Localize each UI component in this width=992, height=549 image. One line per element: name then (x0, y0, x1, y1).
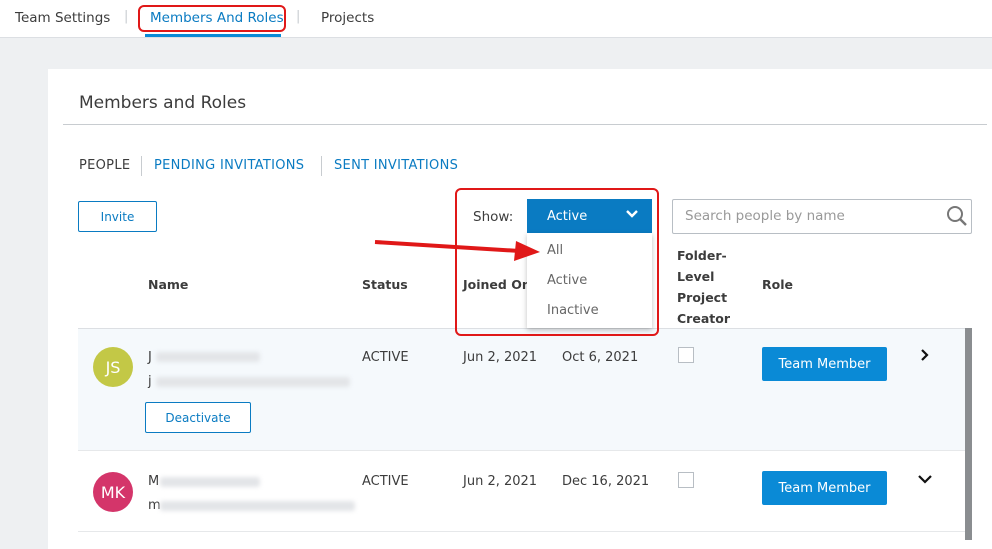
member-email: m (148, 498, 161, 513)
avatar: MK (93, 472, 133, 512)
column-header-name[interactable]: Name (148, 277, 188, 292)
search-input[interactable]: Search people by name (672, 199, 972, 234)
status-cell: ACTIVE (362, 350, 409, 365)
header-line: Folder- (677, 248, 727, 263)
folder-creator-checkbox[interactable] (678, 472, 694, 488)
last-date-cell: Oct 6, 2021 (562, 350, 639, 365)
tab-projects[interactable]: Projects (321, 10, 374, 26)
blurred-name (160, 477, 260, 487)
invite-button[interactable]: Invite (78, 201, 157, 232)
top-nav: Team Settings | Members And Roles | Proj… (0, 0, 992, 38)
search-icon[interactable] (946, 205, 968, 227)
divider (63, 124, 987, 125)
role-button[interactable]: Team Member (762, 347, 887, 381)
chevron-right-icon[interactable] (919, 349, 931, 361)
divider: | (296, 9, 301, 24)
header-line: Project (677, 290, 728, 305)
last-date-cell: Dec 16, 2021 (562, 474, 650, 489)
blurred-email (156, 377, 350, 387)
column-header-status[interactable]: Status (362, 277, 408, 292)
folder-creator-checkbox[interactable] (678, 347, 694, 363)
blurred-email (160, 501, 355, 511)
blurred-name (156, 352, 260, 362)
chevron-down-icon[interactable] (918, 474, 932, 484)
deactivate-button[interactable]: Deactivate (145, 402, 251, 433)
divider (141, 156, 142, 176)
avatar: JS (93, 347, 133, 387)
red-arrow-annotation (374, 240, 540, 261)
role-button[interactable]: Team Member (762, 471, 887, 505)
tab-people[interactable]: PEOPLE (79, 158, 130, 173)
highlight-box (138, 5, 286, 32)
scrollbar[interactable] (965, 328, 972, 540)
joined-cell: Jun 2, 2021 (463, 350, 538, 365)
member-name: M (148, 474, 160, 489)
member-name: J (148, 350, 152, 365)
divider: | (124, 9, 129, 24)
divider (321, 156, 322, 176)
header-line: Creator (677, 311, 730, 326)
joined-cell: Jun 2, 2021 (463, 474, 538, 489)
column-header-role[interactable]: Role (762, 277, 793, 292)
column-header-folder-creator[interactable]: Folder- Level Project Creator (677, 245, 730, 329)
tab-pending-invitations[interactable]: PENDING INVITATIONS (154, 158, 304, 173)
member-email: j (148, 374, 152, 389)
header-line: Level (677, 269, 715, 284)
active-tab-indicator (145, 34, 281, 37)
status-cell: ACTIVE (362, 474, 409, 489)
tab-sent-invitations[interactable]: SENT INVITATIONS (334, 158, 458, 173)
tab-team-settings[interactable]: Team Settings (15, 10, 110, 26)
page-title: Members and Roles (79, 93, 247, 113)
